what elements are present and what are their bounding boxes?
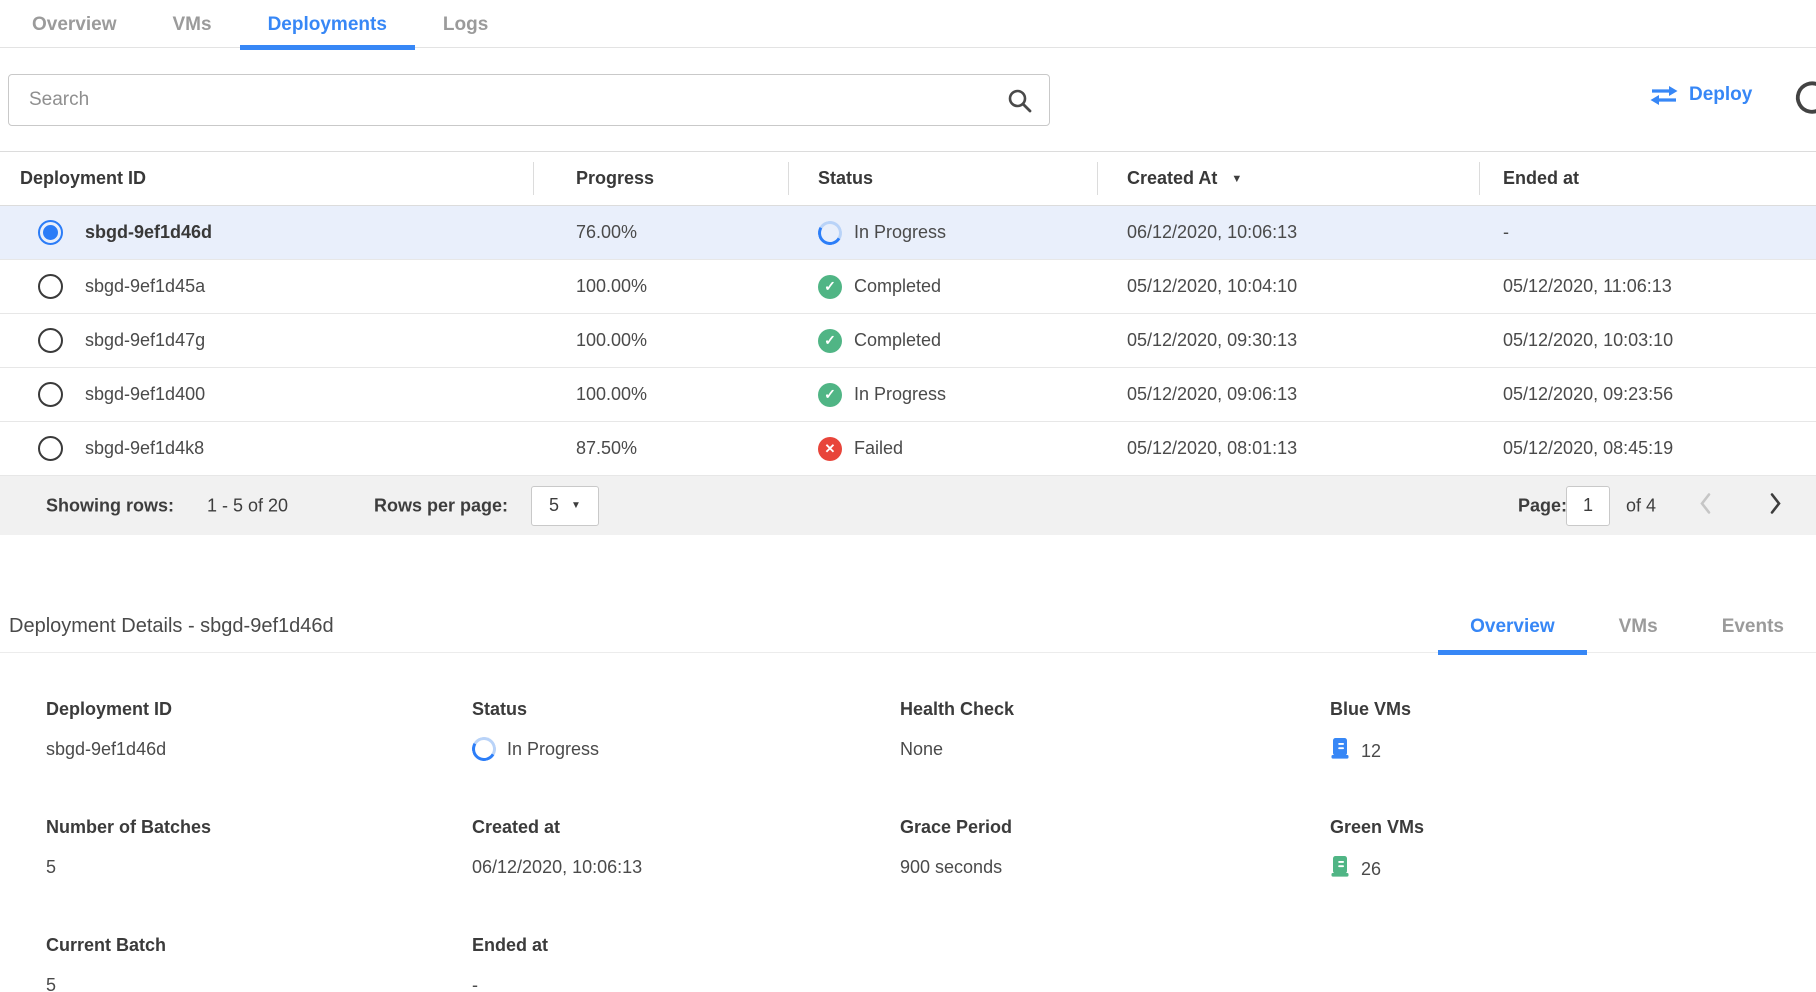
progress-value: 87.50% — [533, 438, 788, 459]
table-row[interactable]: sbgd-9ef1d46d 76.00% In Progress 06/12/2… — [0, 206, 1816, 260]
created-at-value: 05/12/2020, 09:06:13 — [1097, 384, 1479, 405]
rows-per-page-value: 5 — [549, 495, 559, 516]
status-label: In Progress — [854, 384, 946, 405]
table-header: Deployment ID Progress Status Created At… — [0, 151, 1816, 206]
sort-desc-icon[interactable]: ▼ — [1231, 173, 1242, 185]
search-icon[interactable] — [1007, 88, 1033, 114]
status-in-progress-icon — [469, 734, 498, 763]
page-number-input[interactable] — [1566, 486, 1610, 526]
field-created-at: Created at 06/12/2020, 10:06:13 — [472, 817, 900, 883]
ended-at-value: 05/12/2020, 09:23:56 — [1479, 384, 1816, 405]
details-tab-bar: Overview VMs Events — [1438, 616, 1816, 652]
details-title: Deployment Details - sbgd-9ef1d46d — [9, 615, 334, 652]
status-in-progress-icon — [815, 218, 844, 247]
field-green-vms: Green VMs 26 — [1330, 817, 1816, 883]
status-completed-icon — [818, 383, 842, 407]
ended-at-value: 05/12/2020, 11:06:13 — [1479, 276, 1816, 297]
status-completed-icon — [818, 275, 842, 299]
deployment-id: sbgd-9ef1d400 — [85, 384, 205, 405]
deployment-id: sbgd-9ef1d45a — [85, 276, 205, 297]
column-header-created-at[interactable]: Created At ▼ — [1097, 152, 1479, 205]
table-row[interactable]: sbgd-9ef1d45a 100.00% Completed 05/12/20… — [0, 260, 1816, 314]
deployment-id: sbgd-9ef1d46d — [85, 222, 212, 243]
top-tab-bar: Overview VMs Deployments Logs — [0, 0, 1816, 48]
radio-button[interactable] — [38, 328, 63, 353]
blue-vm-server-icon — [1330, 737, 1350, 765]
rows-per-page-label: Rows per page: — [374, 495, 508, 516]
created-at-value: 05/12/2020, 08:01:13 — [1097, 438, 1479, 459]
swap-arrows-icon — [1650, 86, 1678, 105]
green-vm-server-icon — [1330, 855, 1350, 883]
tab-vms[interactable]: VMs — [145, 2, 240, 50]
deployment-id: sbgd-9ef1d47g — [85, 330, 205, 351]
deployment-id: sbgd-9ef1d4k8 — [85, 438, 204, 459]
field-grace-period: Grace Period 900 seconds — [900, 817, 1330, 883]
field-ended-at: Ended at - — [472, 935, 900, 992]
next-page-icon[interactable] — [1768, 491, 1783, 520]
deployments-page: Overview VMs Deployments Logs Deploy — [0, 0, 1816, 992]
status-label: Failed — [854, 438, 903, 459]
field-current-batch: Current Batch 5 — [46, 935, 472, 992]
table-row[interactable]: sbgd-9ef1d400 100.00% In Progress 05/12/… — [0, 368, 1816, 422]
radio-button[interactable] — [38, 274, 63, 299]
radio-button[interactable] — [38, 436, 63, 461]
field-blue-vms: Blue VMs 12 — [1330, 699, 1816, 765]
table-row[interactable]: sbgd-9ef1d47g 100.00% Completed 05/12/20… — [0, 314, 1816, 368]
tab-logs[interactable]: Logs — [415, 2, 516, 50]
toolbar: Deploy — [0, 48, 1816, 151]
details-grid: Deployment ID sbgd-9ef1d46d Status In Pr… — [0, 699, 1816, 992]
deployments-table: Deployment ID Progress Status Created At… — [0, 151, 1816, 535]
chevron-down-icon: ▼ — [571, 500, 581, 511]
status-failed-icon — [818, 437, 842, 461]
progress-value: 76.00% — [533, 222, 788, 243]
column-header-ended-at[interactable]: Ended at — [1479, 152, 1816, 205]
column-header-deployment-id[interactable]: Deployment ID — [0, 152, 533, 205]
previous-page-icon[interactable] — [1698, 491, 1713, 520]
field-deployment-id: Deployment ID sbgd-9ef1d46d — [46, 699, 472, 765]
column-header-status[interactable]: Status — [788, 152, 1097, 205]
ended-at-value: 05/12/2020, 08:45:19 — [1479, 438, 1816, 459]
status-label: In Progress — [854, 222, 946, 243]
page-label: Page: — [1518, 495, 1567, 516]
details-tab-vms[interactable]: VMs — [1587, 616, 1690, 655]
created-at-value: 06/12/2020, 10:06:13 — [1097, 222, 1479, 243]
showing-rows-value: 1 - 5 of 20 — [207, 495, 288, 516]
column-header-progress[interactable]: Progress — [533, 152, 788, 205]
details-tab-overview[interactable]: Overview — [1438, 616, 1587, 655]
showing-rows-label: Showing rows: — [46, 495, 174, 516]
field-health-check: Health Check None — [900, 699, 1330, 765]
table-row[interactable]: sbgd-9ef1d4k8 87.50% Failed 05/12/2020, … — [0, 422, 1816, 476]
page-total: of 4 — [1626, 495, 1656, 516]
details-header: Deployment Details - sbgd-9ef1d46d Overv… — [0, 601, 1816, 653]
details-tab-events[interactable]: Events — [1690, 616, 1816, 655]
status-label: Completed — [854, 276, 941, 297]
search-box — [8, 74, 1050, 126]
table-footer: Showing rows: 1 - 5 of 20 Rows per page:… — [0, 476, 1816, 535]
status-completed-icon — [818, 329, 842, 353]
status-label: Completed — [854, 330, 941, 351]
field-status: Status In Progress — [472, 699, 900, 765]
rows-per-page-select[interactable]: 5 ▼ — [531, 486, 599, 526]
progress-value: 100.00% — [533, 330, 788, 351]
ended-at-value: - — [1479, 222, 1816, 243]
created-at-value: 05/12/2020, 09:30:13 — [1097, 330, 1479, 351]
ended-at-value: 05/12/2020, 10:03:10 — [1479, 330, 1816, 351]
radio-button[interactable] — [38, 382, 63, 407]
tab-overview[interactable]: Overview — [4, 2, 145, 50]
field-number-of-batches: Number of Batches 5 — [46, 817, 472, 883]
refresh-icon[interactable] — [1792, 78, 1816, 123]
created-at-value: 05/12/2020, 10:04:10 — [1097, 276, 1479, 297]
deploy-button[interactable]: Deploy — [1650, 84, 1752, 106]
progress-value: 100.00% — [533, 276, 788, 297]
deploy-label: Deploy — [1689, 84, 1752, 106]
radio-button[interactable] — [38, 220, 63, 245]
search-input[interactable] — [9, 75, 1049, 125]
progress-value: 100.00% — [533, 384, 788, 405]
tab-deployments[interactable]: Deployments — [240, 2, 415, 50]
